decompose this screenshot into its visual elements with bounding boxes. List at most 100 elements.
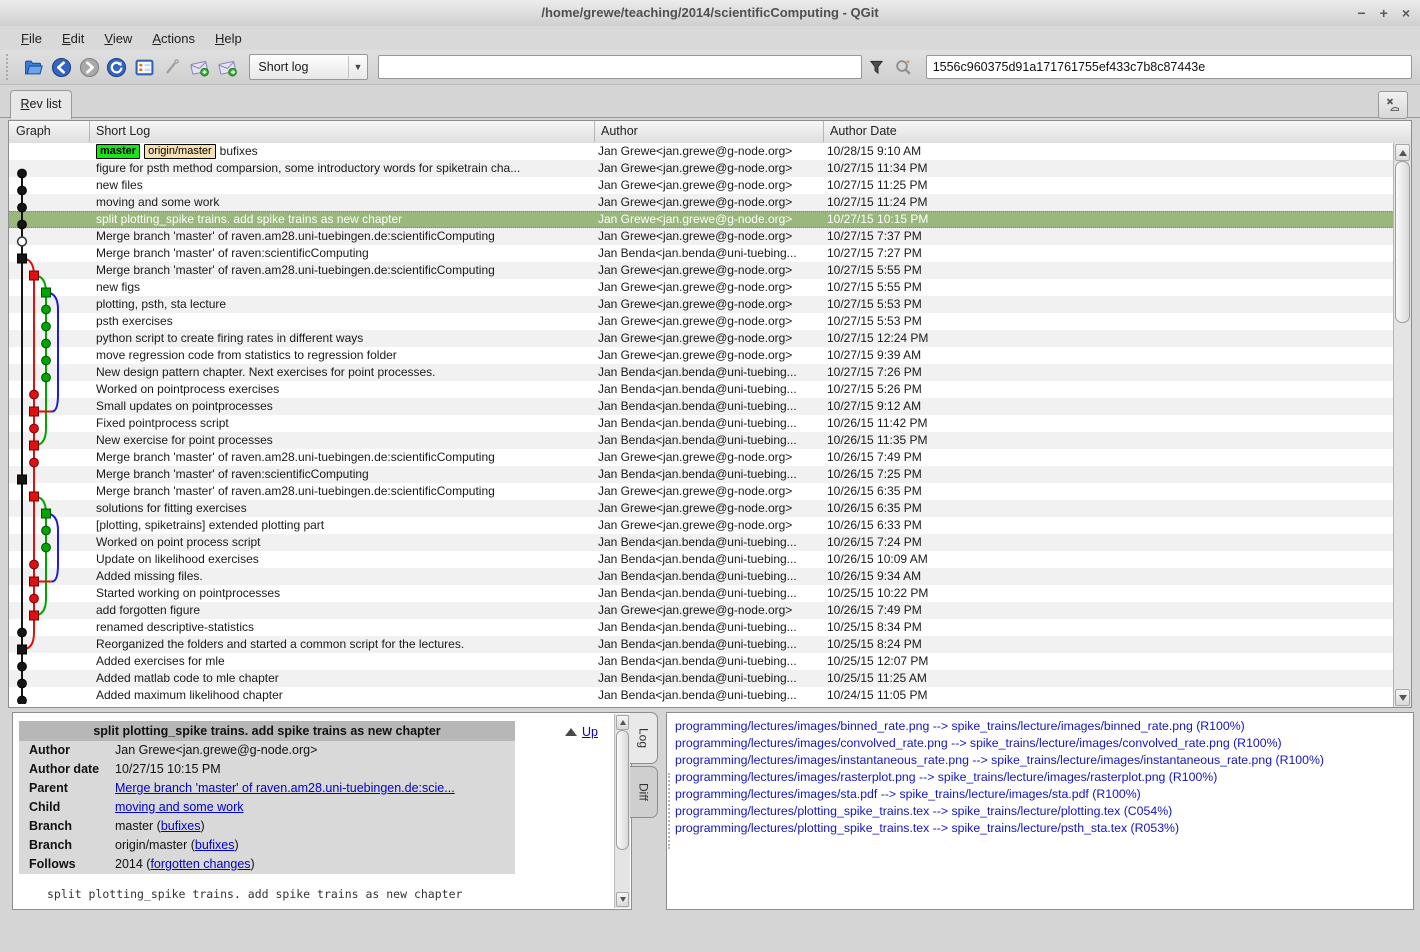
menu-item-help[interactable]: Help — [206, 29, 251, 48]
table-row[interactable]: [plotting, spiketrains] extended plottin… — [9, 517, 1394, 534]
up-link[interactable]: Up — [565, 725, 598, 739]
commit-node — [42, 509, 51, 518]
close-button[interactable]: × — [1402, 5, 1410, 21]
table-row[interactable]: Started working on pointprocessesJan Ben… — [9, 585, 1394, 602]
table-row[interactable]: Worked on point process scriptJan Benda<… — [9, 534, 1394, 551]
table-row[interactable]: Merge branch 'master' of raven.am28.uni-… — [9, 449, 1394, 466]
commit-node — [42, 373, 51, 382]
table-row[interactable]: Added matlab code to mle chapterJan Bend… — [9, 670, 1394, 687]
toolbar-handle[interactable] — [6, 54, 14, 80]
file-rename-entry[interactable]: programming/lectures/images/binned_rate.… — [675, 718, 1409, 735]
column-header-graph[interactable]: Graph — [9, 121, 90, 142]
scroll-up-icon[interactable] — [1395, 144, 1410, 161]
commit-node — [18, 237, 27, 246]
table-row[interactable]: renamed descriptive-statisticsJan Benda<… — [9, 619, 1394, 636]
detail-link[interactable]: bufixes — [161, 819, 201, 833]
table-row[interactable]: python script to create firing rates in … — [9, 330, 1394, 347]
table-row[interactable]: psth exercisesJan Grewe<jan.grewe@g-node… — [9, 313, 1394, 330]
table-row[interactable]: plotting, psth, sta lectureJan Grewe<jan… — [9, 296, 1394, 313]
detail-link[interactable]: moving and some work — [115, 800, 244, 814]
file-rename-entry[interactable]: programming/lectures/images/instantaneou… — [675, 752, 1409, 769]
menu-item-view[interactable]: View — [95, 29, 141, 48]
table-row[interactable]: Added exercises for mleJan Benda<jan.ben… — [9, 653, 1394, 670]
commit-date: 10/24/15 11:05 PM — [827, 687, 1382, 704]
window-title: /home/grewe/teaching/2014/scientificComp… — [0, 0, 1420, 26]
table-row[interactable]: New design pattern chapter. Next exercis… — [9, 364, 1394, 381]
table-row[interactable]: Added missing files.Jan Benda<jan.benda@… — [9, 568, 1394, 585]
commit-node — [42, 356, 51, 365]
wand-icon[interactable] — [159, 54, 185, 80]
detail-field-label: Author — [29, 741, 70, 760]
filter-input[interactable] — [378, 55, 862, 79]
file-rename-entry[interactable]: programming/lectures/images/convolved_ra… — [675, 735, 1409, 752]
refresh-icon[interactable] — [104, 54, 130, 80]
sha-input[interactable]: 1556c960375d91a171761755ef433c7b8c87443e — [926, 55, 1412, 79]
table-row[interactable]: Merge branch 'master' of raven.am28.uni-… — [9, 228, 1394, 245]
table-row[interactable]: add forgotten figureJan Grewe<jan.grewe@… — [9, 602, 1394, 619]
search-edit-icon[interactable] — [891, 54, 917, 80]
table-row[interactable]: Added maximum likelihood chapterJan Bend… — [9, 687, 1394, 704]
open-folder-icon[interactable] — [21, 54, 47, 80]
column-header-short-log[interactable]: Short Log — [89, 121, 595, 142]
menu-item-file[interactable]: File — [12, 29, 51, 48]
maximize-button[interactable]: + — [1380, 5, 1388, 21]
table-row[interactable]: new filesJan Grewe<jan.grewe@g-node.org>… — [9, 177, 1394, 194]
up-link-label[interactable]: Up — [582, 725, 598, 739]
menu-item-edit[interactable]: Edit — [53, 29, 93, 48]
table-row[interactable]: Reorganized the folders and started a co… — [9, 636, 1394, 653]
table-row[interactable]: Small updates on pointprocessesJan Benda… — [9, 398, 1394, 415]
table-row[interactable]: Merge branch 'master' of raven.am28.uni-… — [9, 262, 1394, 279]
scroll-up-icon[interactable] — [616, 715, 629, 730]
table-row[interactable]: move regression code from statistics to … — [9, 347, 1394, 364]
commit-node — [18, 645, 27, 654]
tab-log[interactable]: Log — [630, 712, 658, 764]
tab-rev-list[interactable]: Rev list — [10, 90, 72, 119]
scroll-down-icon[interactable] — [1395, 689, 1410, 706]
file-rename-entry[interactable]: programming/lectures/plotting_spike_trai… — [675, 803, 1409, 820]
detail-link[interactable]: forgotten changes — [150, 857, 250, 871]
table-row[interactable]: solutions for fitting exercisesJan Grewe… — [9, 500, 1394, 517]
table-row[interactable]: Merge branch 'master' of raven:scientifi… — [9, 245, 1394, 262]
table-row[interactable]: moving and some workJan Grewe<jan.grewe@… — [9, 194, 1394, 211]
menu-item-actions[interactable]: Actions — [143, 29, 204, 48]
table-row[interactable]: new figsJan Grewe<jan.grewe@g-node.org>1… — [9, 279, 1394, 296]
scrollbar-thumb[interactable] — [1395, 161, 1410, 323]
table-row[interactable]: New exercise for point processesJan Bend… — [9, 432, 1394, 449]
back-icon[interactable] — [49, 54, 75, 80]
filter-icon[interactable] — [863, 54, 889, 80]
file-rename-entry[interactable]: programming/lectures/plotting_spike_trai… — [675, 820, 1409, 837]
table-row[interactable]: Worked on pointprocess exercisesJan Bend… — [9, 381, 1394, 398]
table-row[interactable]: masterorigin/masterbufixesJan Grewe<jan.… — [9, 143, 1394, 160]
scroll-down-icon[interactable] — [616, 892, 629, 907]
detail-link[interactable]: bufixes — [195, 838, 235, 852]
detach-view-button[interactable] — [1378, 91, 1408, 119]
commit-node — [42, 526, 51, 535]
minimize-button[interactable]: − — [1357, 5, 1365, 21]
file-rename-entry[interactable]: programming/lectures/images/sta.pdf --> … — [675, 786, 1409, 803]
table-row[interactable]: Fixed pointprocess scriptJan Benda<jan.b… — [9, 415, 1394, 432]
format-patch-icon[interactable] — [215, 54, 241, 80]
apply-patch-icon[interactable] — [187, 54, 213, 80]
table-row[interactable]: split plotting_spike trains. add spike t… — [9, 211, 1394, 228]
scrollbar-thumb[interactable] — [616, 730, 629, 850]
detail-field-author-date: Author date10/27/15 10:15 PM — [19, 760, 515, 779]
file-rename-entry[interactable]: programming/lectures/images/rasterplot.p… — [675, 769, 1409, 786]
table-row[interactable]: Merge branch 'master' of raven.am28.uni-… — [9, 483, 1394, 500]
table-row[interactable]: figure for psth method comparsion, some … — [9, 160, 1394, 177]
rev-table-header: Graph Short Log Author Author Date — [9, 121, 1411, 144]
commit-date: 10/25/15 12:07 PM — [827, 653, 1382, 670]
log-mode-select[interactable]: Short log ▼ — [249, 54, 368, 80]
table-row[interactable]: Merge branch 'master' of raven:scientifi… — [9, 466, 1394, 483]
table-row[interactable]: Update on likelihood exercisesJan Benda<… — [9, 551, 1394, 568]
forward-icon[interactable] — [76, 54, 102, 80]
tab-diff[interactable]: Diff — [630, 766, 658, 818]
details-scrollbar[interactable] — [614, 714, 630, 908]
commit-author: Jan Benda<jan.benda@uni-tuebing... — [598, 381, 822, 398]
files-panel-handle[interactable] — [668, 773, 670, 849]
rev-list-scrollbar[interactable] — [1393, 143, 1411, 707]
commit-author: Jan Benda<jan.benda@uni-tuebing... — [598, 551, 822, 568]
detail-link[interactable]: Merge branch 'master' of raven.am28.uni-… — [115, 781, 455, 795]
column-header-author[interactable]: Author — [594, 121, 824, 142]
view-list-icon[interactable] — [132, 54, 158, 80]
column-header-author-date[interactable]: Author Date — [823, 121, 1396, 142]
